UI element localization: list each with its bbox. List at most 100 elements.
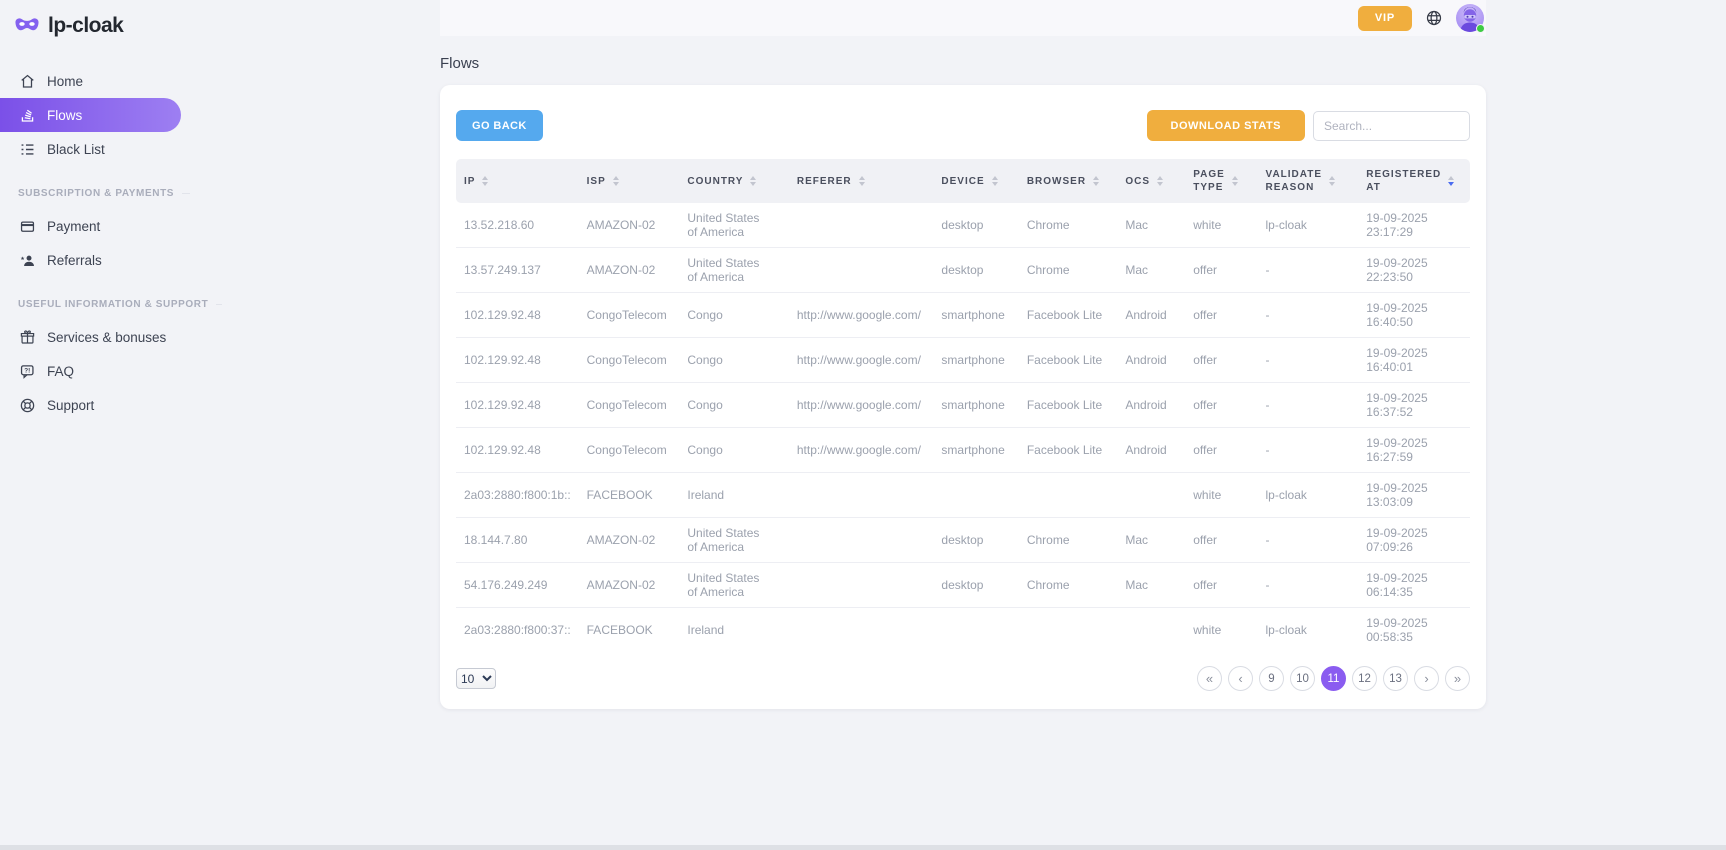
table-cell: - — [1258, 338, 1359, 383]
prev-page-button[interactable]: ‹ — [1228, 666, 1253, 691]
page-button-12[interactable]: 12 — [1352, 666, 1377, 691]
table-cell: Mac — [1117, 563, 1185, 608]
table-cell: United States of America — [679, 518, 789, 563]
table-cell: - — [1258, 383, 1359, 428]
column-label: DEVICE — [941, 175, 984, 188]
table-cell: United States of America — [679, 203, 789, 248]
column-header-isp[interactable]: ISP — [579, 159, 680, 203]
table-cell: CongoTelecom — [579, 383, 680, 428]
table-cell: 102.129.92.48 — [456, 383, 579, 428]
table-row: 102.129.92.48CongoTelecomCongohttp://www… — [456, 338, 1470, 383]
sidebar-item-black-list[interactable]: Black List — [0, 132, 181, 166]
sidebar-item-payment[interactable]: Payment — [0, 209, 181, 243]
sort-icon[interactable] — [750, 176, 756, 186]
table-cell: Ireland — [679, 473, 789, 518]
online-status-dot — [1476, 24, 1485, 33]
table-cell: Ireland — [679, 608, 789, 653]
vip-button[interactable]: VIP — [1358, 6, 1412, 31]
sort-icon[interactable] — [1232, 176, 1238, 186]
table-cell: FACEBOOK — [579, 608, 680, 653]
table-cell: http://www.google.com/ — [789, 428, 934, 473]
table-cell: 19-09-2025 00:58:35 — [1358, 608, 1470, 653]
sort-icon[interactable] — [482, 176, 488, 186]
payment-icon — [18, 217, 36, 235]
column-header-ocs[interactable]: OCS — [1117, 159, 1185, 203]
column-header-validate-reason[interactable]: VALIDATE REASON — [1258, 159, 1359, 203]
table-cell: offer — [1185, 293, 1257, 338]
first-page-button[interactable]: « — [1197, 666, 1222, 691]
table-cell: offer — [1185, 563, 1257, 608]
table-cell: AMAZON-02 — [579, 203, 680, 248]
table-cell: CongoTelecom — [579, 293, 680, 338]
sidebar-item-services-bonuses[interactable]: Services & bonuses — [0, 320, 181, 354]
table-cell: Mac — [1117, 248, 1185, 293]
column-header-page-type[interactable]: PAGE TYPE — [1185, 159, 1257, 203]
page-button-9[interactable]: 9 — [1259, 666, 1284, 691]
table-cell: smartphone — [933, 428, 1018, 473]
table-cell: 19-09-2025 16:40:01 — [1358, 338, 1470, 383]
sort-icon[interactable] — [1329, 176, 1335, 186]
referrals-icon — [18, 251, 36, 269]
sidebar-nav: HomeFlowsBlack ListSubscription & paymen… — [0, 64, 200, 422]
column-header-referer[interactable]: REFERER — [789, 159, 934, 203]
table-cell: 2a03:2880:f800:1b:: — [456, 473, 579, 518]
table-cell: 102.129.92.48 — [456, 338, 579, 383]
sidebar-item-referrals[interactable]: Referrals — [0, 243, 181, 277]
sidebar-item-support[interactable]: Support — [0, 388, 181, 422]
svg-text:?!: ?! — [24, 367, 30, 374]
column-header-ip[interactable]: IP — [456, 159, 579, 203]
table-cell — [789, 563, 934, 608]
table-cell: smartphone — [933, 293, 1018, 338]
page-button-10[interactable]: 10 — [1290, 666, 1315, 691]
table-cell: 19-09-2025 22:23:50 — [1358, 248, 1470, 293]
table-cell: AMAZON-02 — [579, 248, 680, 293]
last-page-button[interactable]: » — [1445, 666, 1470, 691]
table-cell: Facebook Lite — [1019, 338, 1118, 383]
flows-card: GO BACK DOWNLOAD STATS IPISPCOUNTRY REFER… — [440, 85, 1486, 709]
sort-icon[interactable] — [859, 176, 865, 186]
sort-icon[interactable] — [1093, 176, 1099, 186]
next-page-button[interactable]: › — [1414, 666, 1439, 691]
column-label: OCS — [1125, 175, 1150, 188]
sort-icon[interactable] — [1157, 176, 1163, 186]
table-cell: Android — [1117, 338, 1185, 383]
table-row: 102.129.92.48CongoTelecomCongohttp://www… — [456, 293, 1470, 338]
table-row: 2a03:2880:f800:37::FACEBOOKIrelandwhitel… — [456, 608, 1470, 653]
table-cell: offer — [1185, 428, 1257, 473]
avatar[interactable] — [1456, 4, 1484, 32]
column-header-device[interactable]: DEVICE — [933, 159, 1018, 203]
table-cell — [789, 473, 934, 518]
page-title: Flows — [440, 55, 1486, 72]
go-back-button[interactable]: GO BACK — [456, 110, 543, 141]
sidebar-item-home[interactable]: Home — [0, 64, 181, 98]
table-cell — [789, 518, 934, 563]
table-cell: FACEBOOK — [579, 473, 680, 518]
sidebar-item-faq[interactable]: ?! FAQ — [0, 354, 181, 388]
sidebar-item-flows[interactable]: Flows — [0, 98, 181, 132]
sidebar-item-label: FAQ — [47, 364, 74, 379]
sort-icon[interactable] — [1448, 176, 1454, 186]
mask-icon — [14, 13, 40, 39]
bottom-scrollbar-track[interactable] — [0, 845, 1726, 850]
table-cell: lp-cloak — [1258, 203, 1359, 248]
toolbar: GO BACK DOWNLOAD STATS — [456, 110, 1470, 141]
brand-logo[interactable]: lp-cloak — [0, 0, 200, 40]
globe-icon[interactable] — [1425, 9, 1443, 27]
table-cell: - — [1258, 293, 1359, 338]
table-cell: 19-09-2025 07:09:26 — [1358, 518, 1470, 563]
column-header-browser[interactable]: BROWSER — [1019, 159, 1118, 203]
sort-icon[interactable] — [992, 176, 998, 186]
table-cell: white — [1185, 473, 1257, 518]
page-button-11[interactable]: 11 — [1321, 666, 1346, 691]
page-size-select[interactable]: 10 — [456, 668, 496, 689]
page-button-13[interactable]: 13 — [1383, 666, 1408, 691]
column-label: REFERER — [797, 175, 852, 188]
download-stats-button[interactable]: DOWNLOAD STATS — [1147, 110, 1305, 141]
column-header-country[interactable]: COUNTRY — [679, 159, 789, 203]
search-input[interactable] — [1313, 111, 1470, 141]
sort-icon[interactable] — [613, 176, 619, 186]
sidebar-section-label: Useful information & support — [0, 299, 190, 310]
table-cell — [789, 608, 934, 653]
column-header-registered-at[interactable]: REGISTERED AT — [1358, 159, 1470, 203]
column-label: REGISTERED AT — [1366, 168, 1441, 194]
